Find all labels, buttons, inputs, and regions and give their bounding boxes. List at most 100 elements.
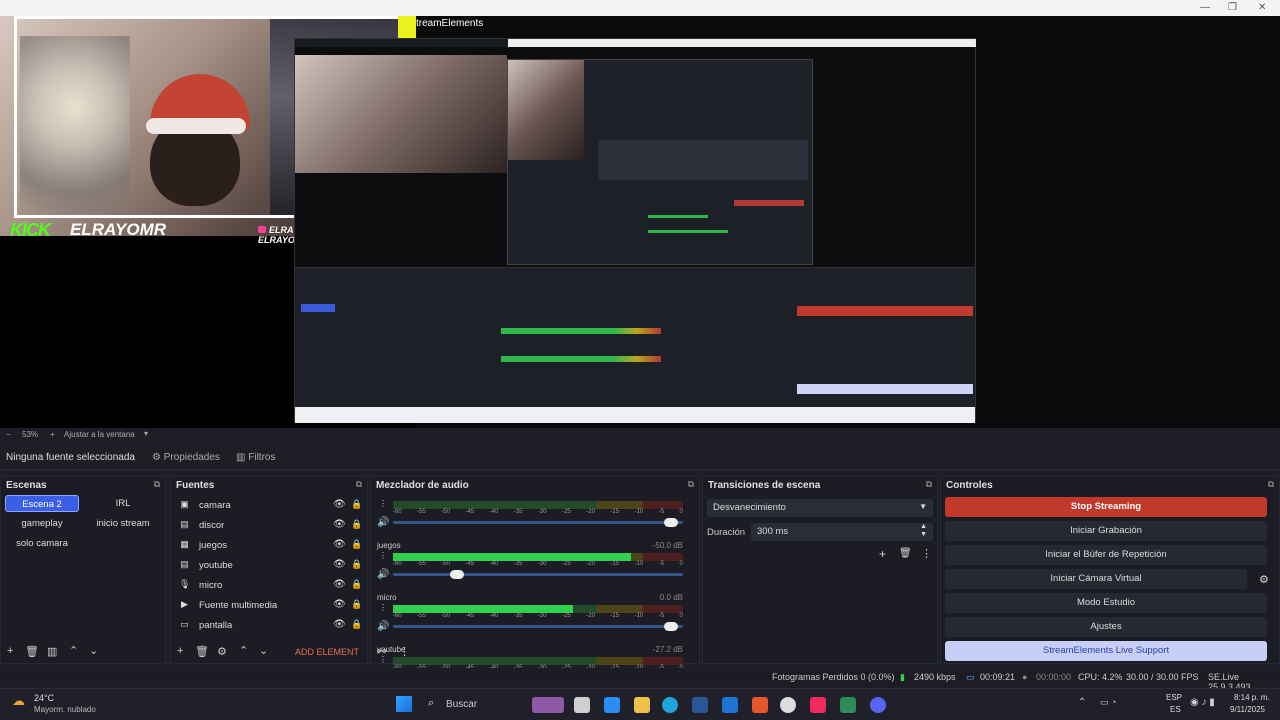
volume-slider[interactable] bbox=[393, 518, 683, 527]
add-icon[interactable]: + bbox=[879, 547, 886, 561]
chevron-down-icon[interactable]: ▾ bbox=[144, 429, 148, 438]
discord-icon[interactable] bbox=[870, 697, 886, 713]
brave-icon[interactable] bbox=[752, 697, 768, 713]
app-icon[interactable] bbox=[692, 697, 708, 713]
edge-icon[interactable] bbox=[662, 697, 678, 713]
volume-slider[interactable] bbox=[393, 570, 683, 579]
source-juegos[interactable]: ▦ juegos 👁 🔒 bbox=[171, 535, 367, 555]
volume-slider-knob[interactable] bbox=[664, 622, 679, 631]
clock-date[interactable]: 9/11/2025 bbox=[1230, 705, 1265, 714]
eye-icon[interactable]: 👁 bbox=[333, 559, 346, 570]
search-icon[interactable]: ⌕ bbox=[428, 697, 434, 710]
outlook-icon[interactable] bbox=[722, 697, 738, 713]
widgets-icon[interactable] bbox=[532, 697, 564, 713]
channel-menu-icon[interactable]: ⋮ bbox=[379, 551, 387, 560]
tray-chevron-icon[interactable]: ⌃ bbox=[1078, 697, 1086, 708]
lock-icon[interactable]: 🔒 bbox=[351, 619, 362, 630]
chevron-down-icon[interactable]: ⌄ bbox=[89, 644, 98, 657]
taskbar-search[interactable]: Buscar bbox=[446, 699, 477, 710]
duration-spinbox[interactable]: 300 ms ▲ ▼ bbox=[751, 523, 933, 541]
preview-canvas[interactable]: KICK ELRAYOMR ELRAYOMR TIKTOK: ELRAYOMR7… bbox=[0, 16, 1280, 428]
volume-slider-knob[interactable] bbox=[664, 518, 679, 527]
scene-solo-camara[interactable]: solo camara bbox=[5, 535, 79, 552]
lock-icon[interactable]: 🔒 bbox=[351, 559, 362, 570]
lock-icon[interactable]: 🔒 bbox=[351, 579, 362, 590]
source-discor[interactable]: ▤ discor 👁 🔒 bbox=[171, 515, 367, 535]
scene-irl[interactable]: IRL bbox=[85, 495, 161, 512]
chevron-down-icon[interactable]: ⌄ bbox=[259, 644, 268, 657]
popout-icon[interactable]: ⧉ bbox=[154, 479, 160, 490]
zoom-plus[interactable]: + bbox=[50, 430, 55, 439]
add-element-button[interactable]: ADD ELEMENT bbox=[295, 647, 359, 657]
settings-button[interactable]: Ajustes bbox=[945, 617, 1267, 637]
properties-button[interactable]: ⚙ Propiedades bbox=[148, 450, 224, 466]
gear-icon[interactable]: ⚙ bbox=[217, 645, 227, 658]
speaker-icon[interactable]: 🔊 bbox=[377, 569, 389, 580]
eye-icon[interactable]: 👁 bbox=[333, 539, 346, 550]
volume-slider-knob[interactable] bbox=[449, 570, 464, 579]
eye-icon[interactable]: 👁 bbox=[333, 519, 346, 530]
spin-arrows-icon[interactable]: ▲ ▼ bbox=[920, 523, 927, 539]
windows-start-icon[interactable] bbox=[396, 696, 412, 712]
app2-icon[interactable] bbox=[840, 697, 856, 713]
network-icon[interactable]: ◉ ♪ ▮ bbox=[1190, 697, 1215, 708]
taskview-icon[interactable] bbox=[574, 697, 590, 713]
lock-icon[interactable]: 🔒 bbox=[351, 539, 362, 550]
add-icon[interactable]: + bbox=[177, 645, 183, 657]
scene-gameplay[interactable]: gameplay bbox=[5, 515, 79, 532]
transition-select[interactable]: Desvanecimiento ▼ bbox=[707, 499, 933, 517]
scene-inicio-stream[interactable]: inicio stream bbox=[85, 515, 161, 532]
tiktok-icon[interactable] bbox=[810, 697, 826, 713]
popout-icon[interactable]: ⧉ bbox=[356, 479, 362, 490]
maximize-icon[interactable]: ❐ bbox=[1228, 2, 1237, 13]
popout-icon[interactable]: ⧉ bbox=[1268, 479, 1274, 490]
popout-icon[interactable]: ⧉ bbox=[926, 479, 932, 490]
scene-escena-2[interactable]: Escena 2 bbox=[5, 495, 79, 512]
eye-icon[interactable]: 👁 bbox=[333, 599, 346, 610]
filters-button[interactable]: ▥ Filtros bbox=[232, 450, 279, 466]
add-icon[interactable]: + bbox=[7, 645, 13, 657]
lock-icon[interactable]: 🔒 bbox=[351, 519, 362, 530]
source-youtube[interactable]: ▤ youtube 👁 🔒 bbox=[171, 555, 367, 575]
trash-icon[interactable]: 🗑 bbox=[195, 645, 209, 658]
stop-streaming-button[interactable]: Stop Streaming bbox=[945, 497, 1267, 517]
lock-icon[interactable]: 🔒 bbox=[351, 499, 362, 510]
zoom-minus[interactable]: − bbox=[6, 430, 11, 439]
tray-icons[interactable]: ▭ ◔ bbox=[1100, 697, 1116, 708]
clock-time[interactable]: 8:14 p. m. bbox=[1234, 693, 1270, 702]
trash-icon[interactable]: 🗑 bbox=[25, 645, 39, 658]
popout-icon[interactable]: ⧉ bbox=[688, 479, 694, 490]
minimize-icon[interactable]: — bbox=[1200, 2, 1210, 13]
source-pantalla[interactable]: ▭ pantalla 👁 🔒 bbox=[171, 615, 367, 635]
source-fuente-multimedia[interactable]: ▶ Fuente multimedia 👁 🔒 bbox=[171, 595, 367, 615]
eye-icon[interactable]: 👁 bbox=[333, 579, 346, 590]
arrow-up-icon[interactable]: ⌃ bbox=[69, 644, 78, 657]
zoom-fit[interactable]: Ajustar a la ventana bbox=[64, 430, 135, 439]
start-recording-button[interactable]: Iniciar Grabación bbox=[945, 521, 1267, 541]
trash-icon[interactable]: 🗑 bbox=[899, 548, 912, 559]
source-micro[interactable]: 🎙 micro 👁 🔒 bbox=[171, 575, 367, 595]
eye-icon[interactable]: 👁 bbox=[333, 619, 346, 630]
channel-menu-icon[interactable]: ⋮ bbox=[379, 603, 387, 612]
speaker-icon[interactable]: 🔊 bbox=[377, 621, 389, 632]
close-icon[interactable]: ✕ bbox=[1258, 2, 1266, 13]
more-icon[interactable]: ⋮ bbox=[399, 645, 410, 658]
lang-indicator[interactable]: ESP bbox=[1166, 693, 1182, 702]
more-icon[interactable]: ⋮ bbox=[921, 547, 932, 560]
link-icon[interactable]: ⚯ bbox=[377, 645, 386, 658]
obs-icon[interactable] bbox=[780, 697, 796, 713]
start-virtual-camera-button[interactable]: Iniciar Cámara Virtual bbox=[945, 569, 1247, 589]
lock-icon[interactable]: 🔒 bbox=[351, 599, 362, 610]
studio-mode-button[interactable]: Modo Estudio bbox=[945, 593, 1267, 613]
folder-icon[interactable] bbox=[634, 697, 650, 713]
volume-slider[interactable] bbox=[393, 622, 683, 631]
source-camara[interactable]: ▣ camara 👁 🔒 bbox=[171, 495, 367, 515]
gear-icon[interactable]: ⚙ bbox=[1259, 573, 1269, 586]
arrow-up-icon[interactable]: ⌃ bbox=[239, 644, 248, 657]
live-support-button[interactable]: StreamElements Live Support bbox=[945, 641, 1267, 661]
store-icon[interactable] bbox=[604, 697, 620, 713]
filter-icon[interactable]: ▥ bbox=[47, 645, 57, 658]
speaker-icon[interactable]: 🔊 bbox=[377, 517, 389, 528]
eye-icon[interactable]: 👁 bbox=[333, 499, 346, 510]
start-replay-buffer-button[interactable]: Iniciar el Búfer de Repetición bbox=[945, 545, 1267, 565]
